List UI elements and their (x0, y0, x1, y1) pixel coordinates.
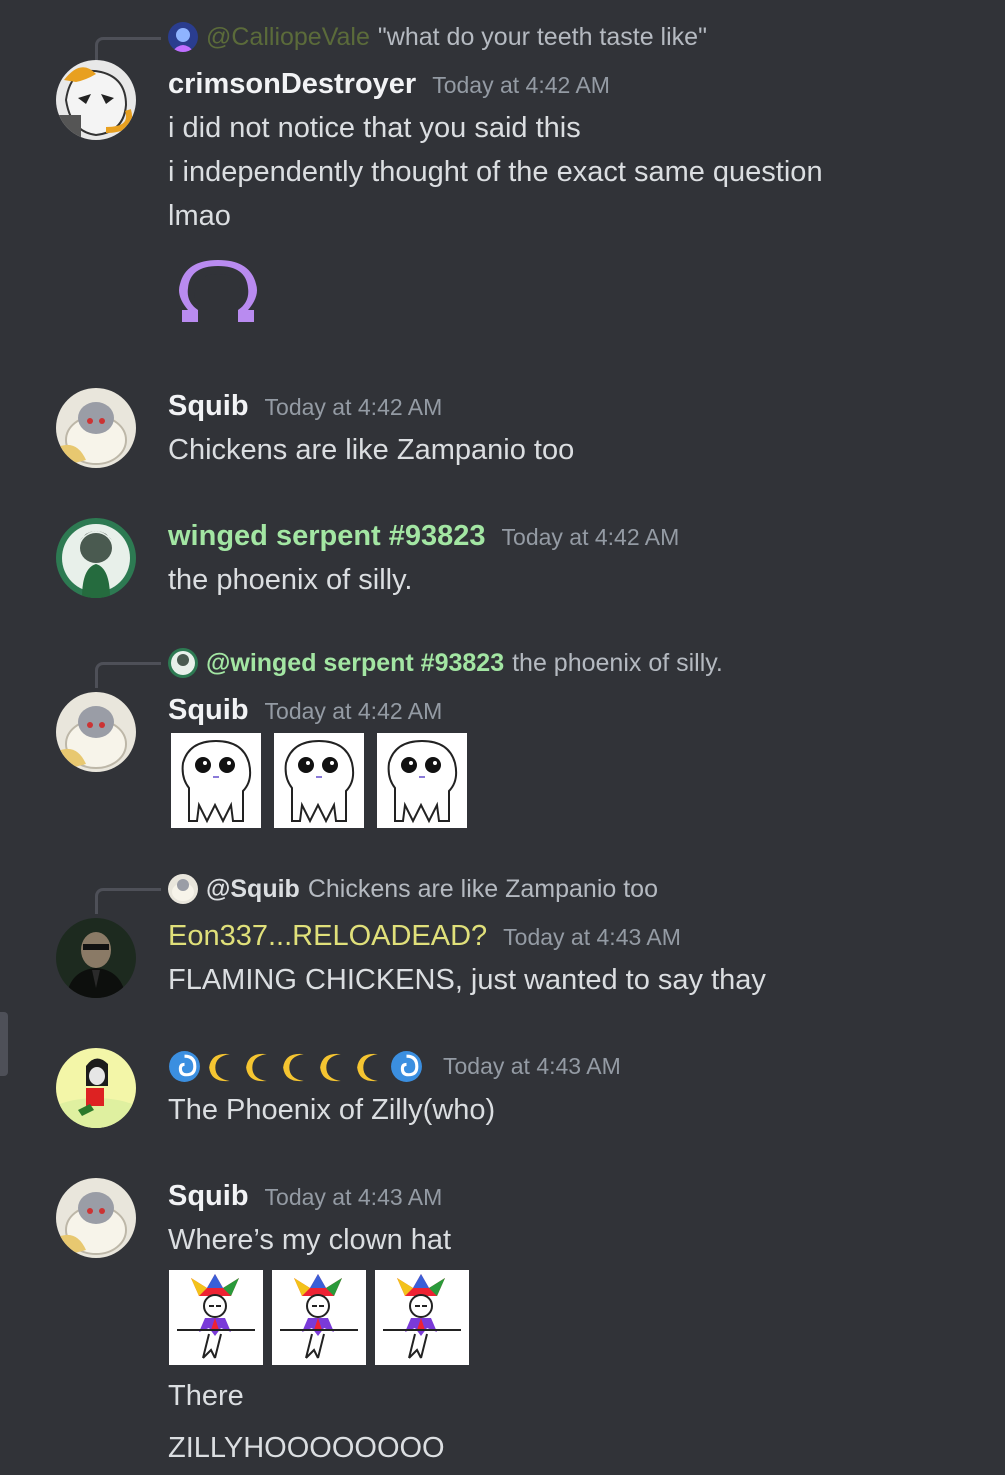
crescent-moon-icon (320, 1053, 341, 1082)
reply-spine (95, 37, 161, 63)
jester-emoji[interactable] (169, 1270, 263, 1365)
crescent-moon-icon (283, 1053, 304, 1082)
reply-preview[interactable]: @Squib Chickens are like Zampanio too (168, 874, 658, 904)
creature-emoji[interactable] (171, 733, 261, 828)
message-header: Squib Today at 4:42 AM (168, 390, 442, 423)
reply-author[interactable]: @winged serpent #93823 (206, 649, 504, 678)
message-text: the phoenix of silly. (168, 564, 413, 596)
timestamp: Today at 4:43 AM (503, 924, 681, 950)
timestamp: Today at 4:42 AM (264, 698, 443, 724)
reply-preview[interactable]: @winged serpent #93823 the phoenix of si… (168, 648, 723, 678)
reply-author[interactable]: @Squib (206, 875, 300, 904)
reply-avatar (168, 22, 198, 52)
timestamp: Today at 4:43 AM (264, 1184, 443, 1210)
message-text: Chickens are like Zampanio too (168, 434, 575, 466)
message-text: FLAMING CHICKENS, just wanted to say tha… (168, 964, 766, 996)
chat-view: @CalliopeVale "what do your teeth taste … (0, 0, 1005, 1475)
creature-emoji[interactable] (377, 733, 467, 828)
message-text: There (168, 1380, 244, 1412)
message-text: lmao (168, 200, 231, 232)
jester-emoji[interactable] (272, 1270, 366, 1365)
reply-spine (95, 888, 161, 914)
reply-text: "what do your teeth taste like" (377, 22, 707, 51)
message-text: i independently thought of the exact sam… (168, 156, 823, 188)
username[interactable]: Squib (168, 694, 249, 727)
cyclone-icon (391, 1051, 422, 1082)
message-header: Today at 4:43 AM (168, 1050, 621, 1083)
avatar[interactable] (56, 692, 136, 772)
username-icons[interactable] (168, 1050, 423, 1083)
message-header: winged serpent #93823 Today at 4:42 AM (168, 520, 679, 553)
creature-emoji[interactable] (274, 733, 364, 828)
message-header: Squib Today at 4:43 AM (168, 1180, 442, 1213)
omega-sticker[interactable] (178, 260, 258, 330)
username[interactable]: Eon337...RELOADEAD? (168, 920, 487, 953)
reply-avatar (168, 648, 198, 678)
timestamp: Today at 4:43 AM (443, 1053, 621, 1079)
message-text: Where’s my clown hat (168, 1224, 452, 1256)
username[interactable]: crimsonDestroyer (168, 68, 416, 101)
reply-text: the phoenix of silly. (512, 648, 723, 677)
cyclone-icon (169, 1051, 200, 1082)
avatar[interactable] (56, 60, 136, 140)
scrollbar[interactable] (0, 1012, 8, 1076)
avatar[interactable] (56, 918, 136, 998)
message-text: The Phoenix of Zilly(who) (168, 1094, 496, 1126)
timestamp: Today at 4:42 AM (501, 524, 680, 550)
reply-author[interactable]: @CalliopeVale (206, 23, 370, 52)
crescent-moon-icon (357, 1053, 378, 1082)
jester-emoji[interactable] (375, 1270, 469, 1365)
message-text: ZILLYHOOOOOOOO (168, 1432, 445, 1464)
message-header: Eon337...RELOADEAD? Today at 4:43 AM (168, 920, 681, 953)
avatar[interactable] (56, 1178, 136, 1258)
reply-preview[interactable]: @CalliopeVale "what do your teeth taste … (168, 22, 707, 52)
avatar[interactable] (56, 1048, 136, 1128)
timestamp: Today at 4:42 AM (432, 72, 610, 98)
crescent-moon-icon (209, 1053, 230, 1082)
username[interactable]: Squib (168, 1180, 249, 1213)
message-header: crimsonDestroyer Today at 4:42 AM (168, 68, 610, 101)
crescent-moon-icon (246, 1053, 267, 1082)
message-header: Squib Today at 4:42 AM (168, 694, 442, 727)
username[interactable]: winged serpent #93823 (168, 520, 486, 553)
reply-spine (95, 662, 161, 688)
avatar[interactable] (56, 388, 136, 468)
message-text: i did not notice that you said this (168, 112, 581, 144)
reply-text: Chickens are like Zampanio too (307, 874, 658, 903)
username[interactable]: Squib (168, 390, 249, 423)
avatar[interactable] (56, 518, 136, 598)
timestamp: Today at 4:42 AM (264, 394, 443, 420)
reply-avatar (168, 874, 198, 904)
